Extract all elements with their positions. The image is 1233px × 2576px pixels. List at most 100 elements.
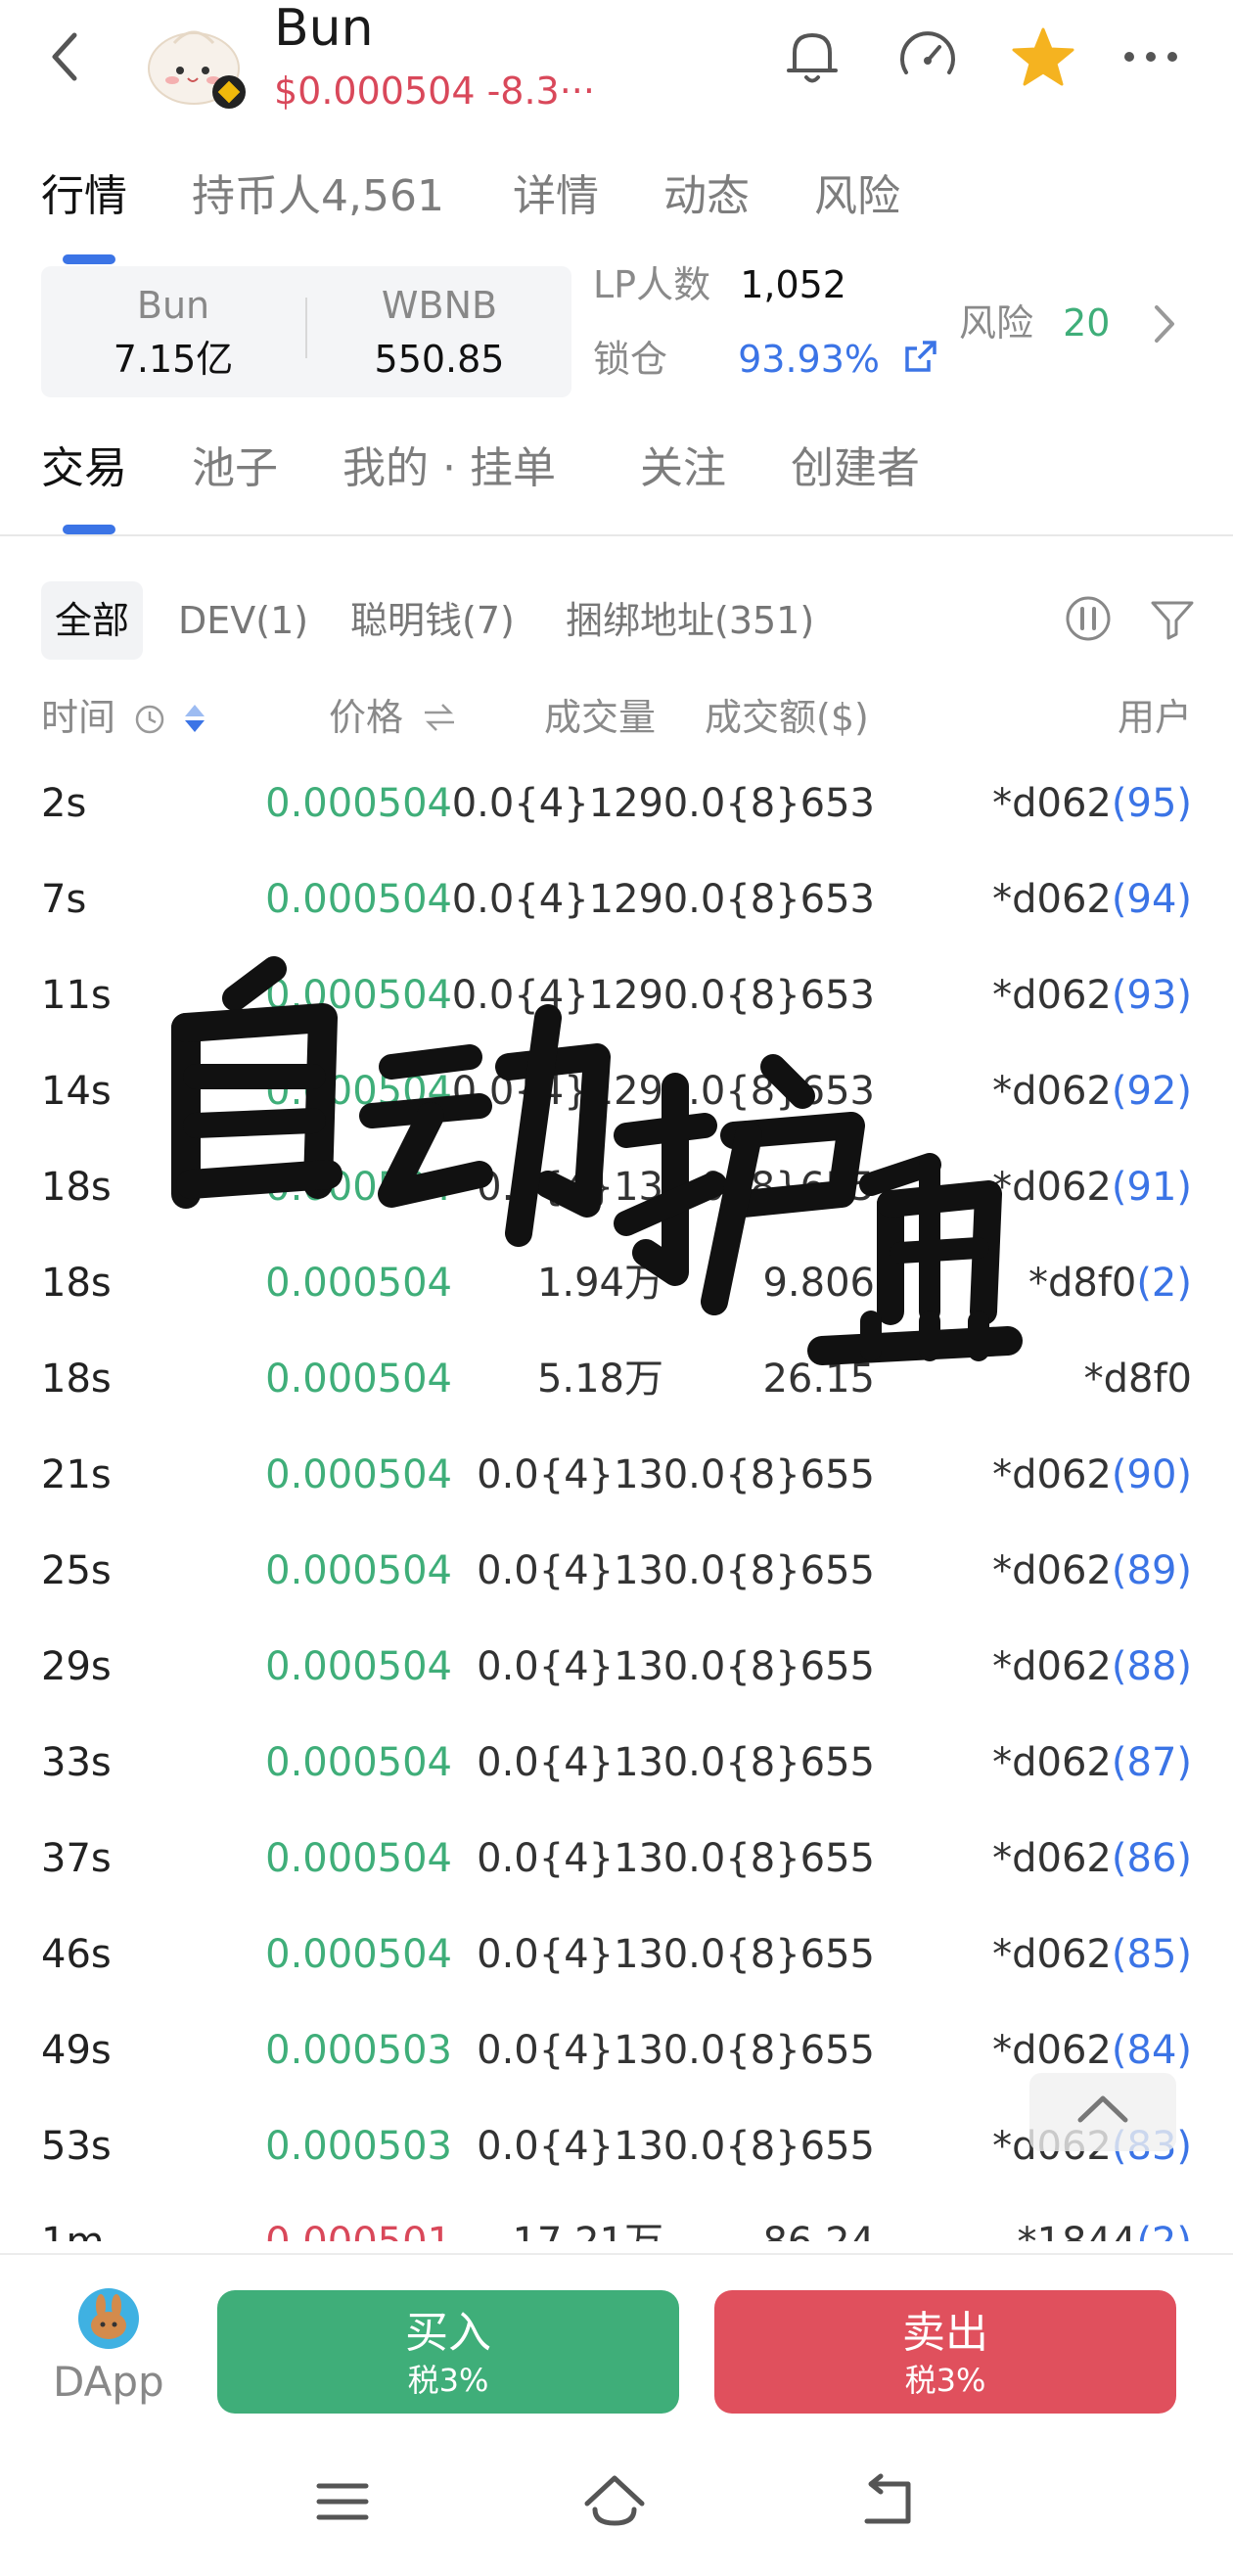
- sort-icon[interactable]: [180, 699, 209, 738]
- trade-price: 0.000504: [265, 1836, 452, 1881]
- scroll-to-top-button[interactable]: [1029, 2073, 1176, 2151]
- trade-user[interactable]: *d062(92): [992, 1043, 1192, 1139]
- coin-price-change: $0.000504 -8.3···: [274, 69, 595, 113]
- trade-user-count: (92): [1111, 1069, 1192, 1114]
- trade-user[interactable]: *d062(89): [992, 1523, 1192, 1619]
- tab-risk[interactable]: 风险: [814, 168, 900, 225]
- main-tab-indicator: [63, 254, 115, 264]
- subtab-watch[interactable]: 关注: [640, 440, 726, 497]
- speed-gauge-icon[interactable]: [892, 22, 963, 92]
- col-header-time[interactable]: 时间: [41, 691, 209, 744]
- trade-user[interactable]: *d062(94): [992, 851, 1192, 947]
- tab-details[interactable]: 详情: [513, 168, 599, 225]
- trade-row[interactable]: 37s 0.000504 0.0{4}13 0.0{8}655 *d062(86): [0, 1811, 1233, 1907]
- col-header-volume[interactable]: 成交量: [544, 691, 656, 744]
- dapp-label[interactable]: DApp: [53, 2357, 164, 2408]
- trade-user-address: *d062: [992, 1644, 1112, 1689]
- back-nav-icon[interactable]: [853, 2466, 924, 2537]
- risk-score[interactable]: 风险 20: [959, 299, 1110, 347]
- trade-amount: 0.0{8}655: [662, 1165, 875, 1210]
- trade-row[interactable]: 46s 0.000504 0.0{4}13 0.0{8}655 *d062(85): [0, 1907, 1233, 2002]
- trade-user-address: *d8f0: [1028, 1261, 1137, 1306]
- sell-button[interactable]: 卖出 税3%: [714, 2290, 1176, 2414]
- dapp-bunny-icon[interactable]: [78, 2288, 139, 2349]
- trade-user[interactable]: *d8f0(2): [1028, 1235, 1192, 1331]
- tab-activity[interactable]: 动态: [663, 168, 750, 225]
- trade-row[interactable]: 29s 0.000504 0.0{4}13 0.0{8}655 *d062(88): [0, 1619, 1233, 1715]
- trade-user-address: *d062: [992, 2028, 1112, 2073]
- trades-table: 2s 0.000504 0.0{4}129 0.0{8}653 *d062(95) 7s 0…: [0, 756, 1233, 2241]
- external-link-icon[interactable]: [901, 337, 940, 376]
- trade-time: 2s: [41, 781, 87, 826]
- trade-row[interactable]: 33s 0.000504 0.0{4}13 0.0{8}655 *d062(87): [0, 1715, 1233, 1811]
- trade-amount: 0.0{8}655: [662, 1548, 875, 1593]
- trade-row[interactable]: 21s 0.000504 0.0{4}13 0.0{8}655 *d062(90): [0, 1427, 1233, 1523]
- trade-user[interactable]: *d062(87): [992, 1715, 1192, 1811]
- trade-time: 33s: [41, 1740, 112, 1785]
- trade-row[interactable]: 2s 0.000504 0.0{4}129 0.0{8}653 *d062(95): [0, 756, 1233, 851]
- pause-icon[interactable]: [1063, 593, 1114, 644]
- trade-time: 21s: [41, 1452, 112, 1497]
- trade-time: 53s: [41, 2124, 112, 2169]
- trade-row[interactable]: 18s 0.000504 1.94万 9.806 *d8f0(2): [0, 1235, 1233, 1331]
- filter-funnel-icon[interactable]: [1147, 593, 1198, 644]
- more-menu-icon[interactable]: [1116, 22, 1186, 92]
- trade-user[interactable]: *d062(85): [992, 1907, 1192, 2002]
- home-nav-icon[interactable]: [579, 2466, 650, 2537]
- trade-user[interactable]: *d8f0: [1084, 1331, 1192, 1427]
- menu-nav-icon[interactable]: [307, 2466, 378, 2537]
- filter-smart-money[interactable]: 聪明钱(7): [350, 581, 515, 660]
- tab-market[interactable]: 行情: [41, 168, 127, 225]
- subtab-pools[interactable]: 池子: [192, 440, 278, 497]
- subtab-my-orders[interactable]: 我的 · 挂单: [342, 440, 556, 497]
- token-avatar: [143, 14, 251, 112]
- trade-user[interactable]: *1844(2): [1018, 2194, 1192, 2241]
- back-arrow-icon[interactable]: [41, 22, 96, 92]
- trade-time: 18s: [41, 1357, 112, 1402]
- bell-icon[interactable]: [777, 22, 847, 92]
- pool-pair-value: 550.85: [374, 338, 505, 381]
- filter-bundled[interactable]: 捆绑地址(351): [566, 581, 814, 660]
- favorite-star-icon[interactable]: [1008, 22, 1078, 92]
- sub-tab-indicator: [63, 525, 115, 534]
- sell-label: 卖出: [902, 2308, 988, 2358]
- tab-holders[interactable]: 持币人4,561: [192, 168, 444, 225]
- subtab-trades[interactable]: 交易: [41, 440, 127, 497]
- trade-price: 0.000504: [265, 1165, 452, 1210]
- trade-row[interactable]: 7s 0.000504 0.0{4}129 0.0{8}653 *d062(94): [0, 851, 1233, 947]
- trade-user-address: *d062: [992, 1548, 1112, 1593]
- buy-button[interactable]: 买入 税3%: [217, 2290, 679, 2414]
- trade-time: 1m: [41, 2194, 104, 2241]
- trade-user-count: (88): [1111, 1644, 1192, 1689]
- col-header-price[interactable]: 价格: [329, 691, 458, 744]
- trade-row[interactable]: 18s 0.000504 5.18万 26.15 *d8f0: [0, 1331, 1233, 1427]
- trade-row[interactable]: 25s 0.000504 0.0{4}13 0.0{8}655 *d062(89): [0, 1523, 1233, 1619]
- lock-value: 93.93%: [738, 338, 881, 381]
- trade-user[interactable]: *d062(86): [992, 1811, 1192, 1907]
- trade-user[interactable]: *d062(93): [992, 947, 1192, 1043]
- trade-user-address: *d062: [992, 1740, 1112, 1785]
- col-header-user[interactable]: 用户: [1118, 691, 1192, 744]
- trade-volume: 0.0{4}13: [477, 2124, 663, 2169]
- trade-volume: 0.0{4}129: [451, 877, 663, 922]
- chevron-right-icon[interactable]: [1145, 299, 1184, 348]
- trade-user[interactable]: *d062(88): [992, 1619, 1192, 1715]
- trade-row[interactable]: 18s 0.000504 0.0{4}13 0.0{8}655 *d062(91): [0, 1139, 1233, 1235]
- trade-row[interactable]: 14s 0.000504 0.0{4}129 0.0{8}653 *d062(92): [0, 1043, 1233, 1139]
- trade-price: 0.000504: [265, 1740, 452, 1785]
- trade-price: 0.000504: [265, 1357, 452, 1402]
- trade-user[interactable]: *d062(95): [992, 756, 1192, 851]
- filter-dev[interactable]: DEV(1): [178, 581, 308, 660]
- trade-user[interactable]: *d062(91): [992, 1139, 1192, 1235]
- trade-user[interactable]: *d062(90): [992, 1427, 1192, 1523]
- trade-row[interactable]: 1m 0.000501 17.21万 86.24 *1844(2): [0, 2194, 1233, 2241]
- lp-holders-value: 1,052: [740, 263, 846, 306]
- subtab-creator[interactable]: 创建者: [791, 440, 920, 497]
- swap-icon[interactable]: [421, 701, 458, 734]
- filter-all[interactable]: 全部: [41, 581, 144, 660]
- lock-stat[interactable]: 锁仓 93.93%: [593, 335, 940, 384]
- col-header-amount[interactable]: 成交额($): [705, 691, 869, 744]
- trade-price: 0.000504: [265, 1644, 452, 1689]
- trade-amount: 0.0{8}655: [662, 1452, 875, 1497]
- trade-row[interactable]: 11s 0.000504 0.0{4}129 0.0{8}653 *d062(93): [0, 947, 1233, 1043]
